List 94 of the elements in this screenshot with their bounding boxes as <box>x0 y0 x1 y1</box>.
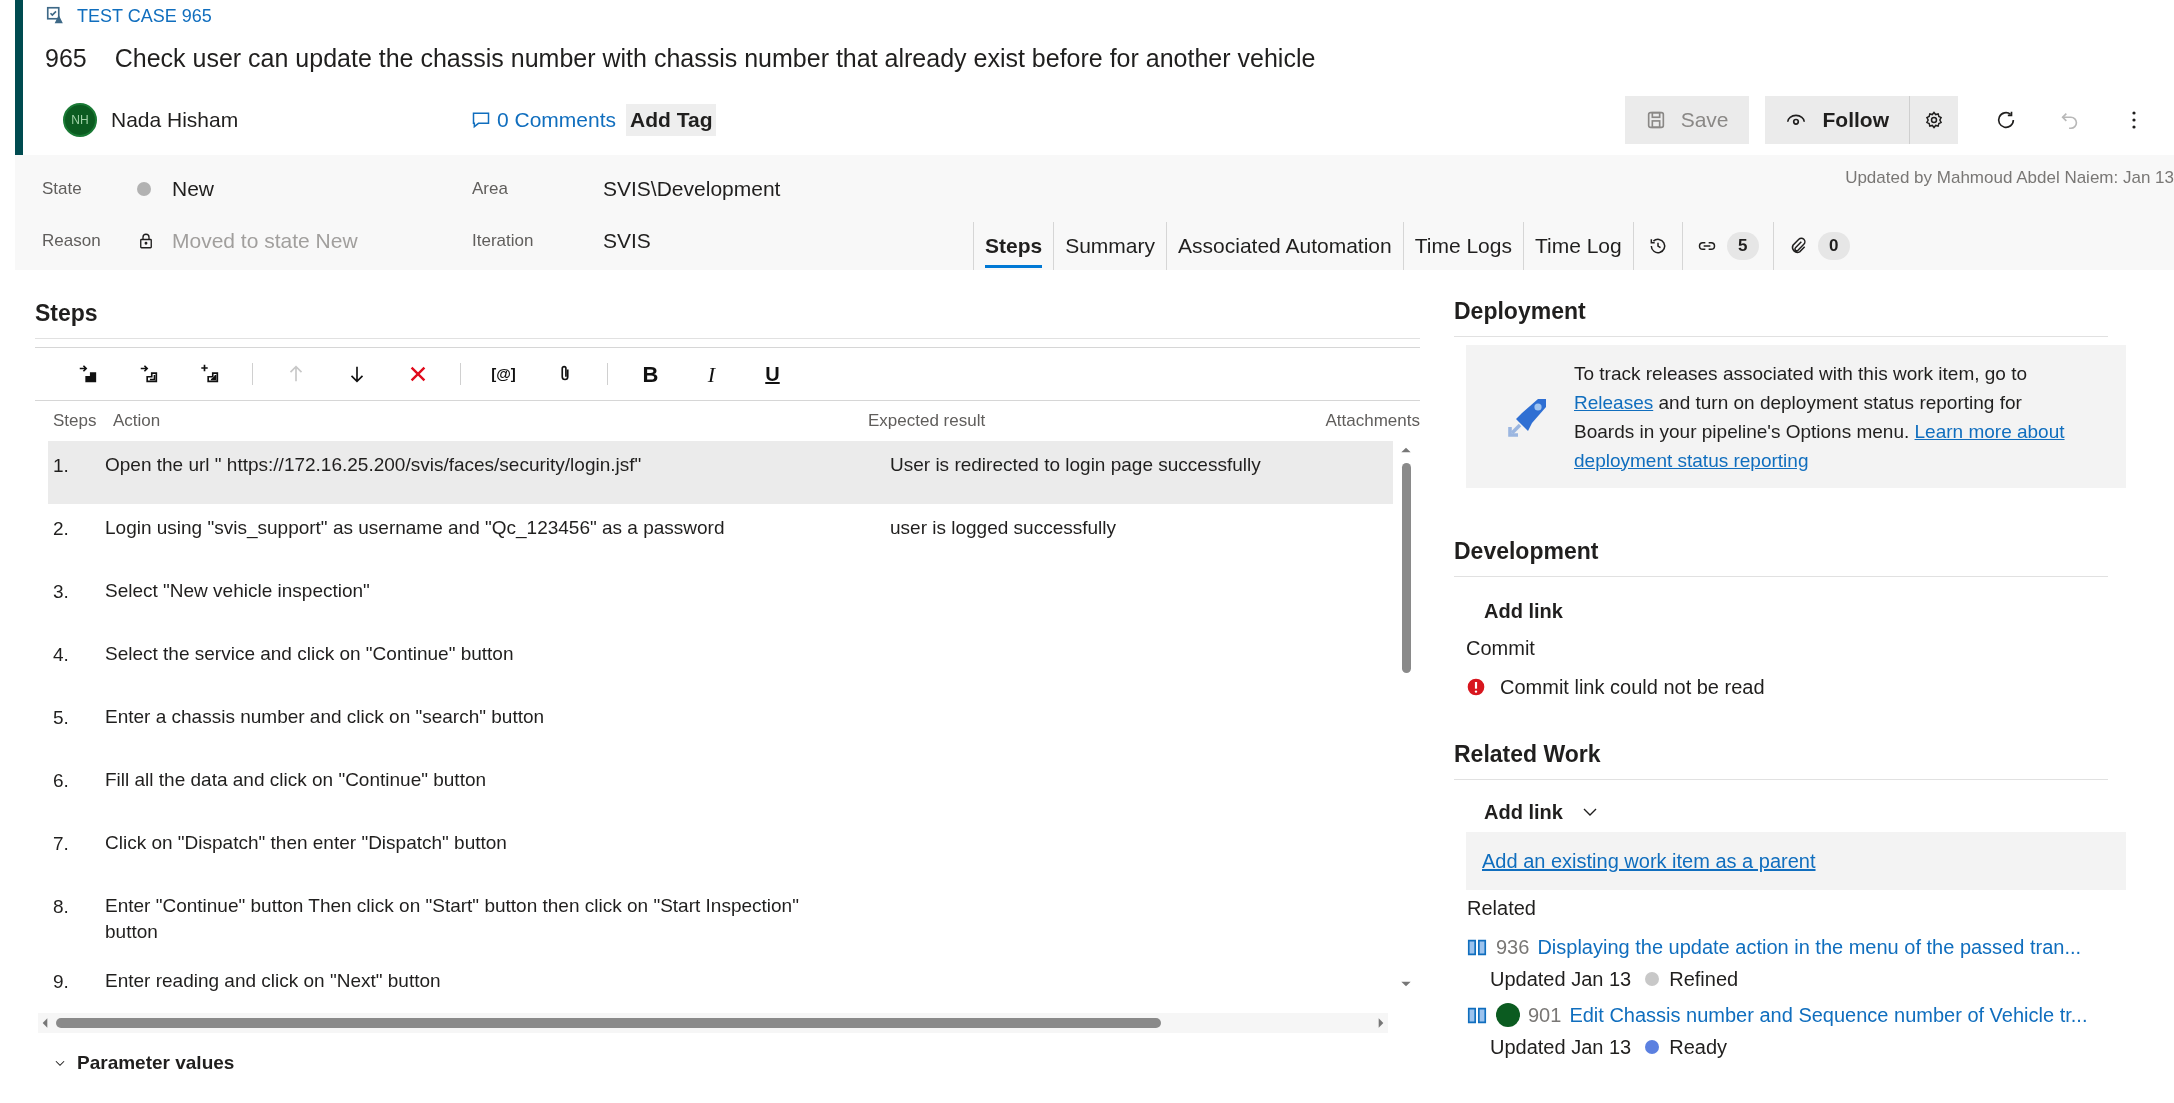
section-title: Related Work <box>1454 739 1602 769</box>
italic-button[interactable]: I <box>693 356 730 392</box>
updated-by-text: Updated by Mahmoud Abdel Naiem: Jan 13 <box>1845 167 2174 189</box>
comment-icon <box>471 110 491 130</box>
tab[interactable]: Time Logs <box>1402 222 1523 270</box>
work-item-id: 901 <box>1528 1003 1562 1028</box>
work-item-link[interactable]: Edit Chassis number and Sequence number of Vehicle tr... <box>1569 1000 2088 1030</box>
column-header: Attachments <box>1325 410 1420 433</box>
shared-step-create-icon <box>198 363 221 385</box>
step-row[interactable]: 4. Select the service and click on "Continue" button <box>48 630 1393 693</box>
parameter-values-toggle[interactable]: Parameter values <box>53 1049 1420 1078</box>
step-action[interactable]: Enter a chassis number and click on "search" button <box>105 704 850 742</box>
horizontal-scrollbar[interactable] <box>38 1013 1388 1033</box>
column-header: Expected result <box>868 410 987 433</box>
step-number: 7. <box>52 832 70 856</box>
state-label: Ready <box>1669 1035 1728 1060</box>
step-action[interactable]: Enter "Continue" button Then click on "Start" button then click on "Start Inspection" button <box>105 893 850 957</box>
step-row[interactable]: 6. Fill all the data and click on "Continue" button <box>48 756 1393 819</box>
step-number: 6. <box>52 769 70 793</box>
step-action[interactable]: Enter reading and click on "Next" button <box>105 968 850 1006</box>
links-tab[interactable]: 5 <box>1681 222 1773 270</box>
follow-button[interactable]: Follow <box>1764 96 1910 144</box>
group-label: Related <box>1467 896 1537 921</box>
add-link-button[interactable]: Add link <box>1484 593 2108 629</box>
text-link[interactable]: deployment status reporting <box>1574 449 1809 471</box>
state-label: Refined <box>1669 967 1739 992</box>
comments-link[interactable]: 0 Comments <box>471 104 617 136</box>
expected-result[interactable]: user is logged successfully <box>890 515 1116 541</box>
column-header: Action <box>113 410 162 433</box>
column-header: Steps <box>52 410 98 433</box>
scroll-thumb[interactable] <box>1401 463 1411 673</box>
step-number: 4. <box>52 643 70 667</box>
section-title: Steps <box>35 299 99 328</box>
field-value[interactable]: New <box>172 173 472 205</box>
settings-icon <box>1924 110 1944 130</box>
tab[interactable]: Steps <box>973 222 1054 270</box>
field-label: Area <box>472 178 509 201</box>
field-label: Iteration <box>472 230 535 253</box>
section-title: Deployment <box>1454 296 1587 326</box>
step-row[interactable]: 9. Enter reading and click on "Next" button <box>48 957 1393 1007</box>
field-label: Reason <box>42 230 102 253</box>
step-action[interactable]: Select "New vehicle inspection" <box>105 578 850 616</box>
follow-settings-button[interactable] <box>1910 96 1958 144</box>
tab[interactable]: Time Log <box>1522 222 1633 270</box>
step-action[interactable]: Login using "svis_support" as username and "Qc_123456" as a password <box>105 515 850 553</box>
tab[interactable]: Summary <box>1053 222 1167 270</box>
step-row[interactable]: 8. Enter "Continue" button Then click on "Start" button then click on "Start Inspection" button <box>48 882 1393 957</box>
work-item-type: TEST CASE 965 <box>77 4 212 28</box>
count-badge: 5 <box>1726 232 1759 260</box>
lock-icon <box>137 232 155 250</box>
step-row[interactable]: 1. Open the url " https://172.16.25.200/svis/faces/security/login.jsf" User is redirected to login page successfully <box>48 441 1393 504</box>
work-item-link[interactable]: Displaying the update action in the menu of the passed tran... <box>1537 932 2082 962</box>
tab[interactable]: Associated Automation <box>1166 222 1403 270</box>
step-action[interactable]: Open the url " https://172.16.25.200/svis/faces/security/login.jsf" <box>105 452 850 490</box>
step-number: 5. <box>52 706 70 730</box>
field-label: State <box>42 178 83 201</box>
updated-date: Updated Jan 13 <box>1490 1035 1632 1060</box>
text-link[interactable]: Releases <box>1574 391 1654 413</box>
field-value: Moved to state New <box>172 228 359 255</box>
step-row[interactable]: 7. Click on "Dispatch" then enter "Dispatch" button <box>48 819 1393 882</box>
step-number: 2. <box>52 517 70 541</box>
step-row[interactable]: 2. Login using "svis_support" as username and "Qc_123456" as a password user is logged successfully <box>48 504 1393 567</box>
count-badge: 0 <box>1817 232 1850 260</box>
field-value[interactable]: SVIS <box>603 225 903 257</box>
step-number: 3. <box>52 580 70 604</box>
group-label: Commit <box>1466 636 1536 661</box>
add-tag-button[interactable]: Add Tag <box>626 104 717 136</box>
error-message: Commit link could not be read <box>1500 675 1765 700</box>
section-title: Development <box>1454 536 1600 566</box>
underline-button[interactable]: U <box>754 356 791 392</box>
parameter-button[interactable]: [@] <box>485 356 522 392</box>
attachments-tab[interactable]: 0 <box>1772 222 1864 270</box>
scroll-thumb[interactable] <box>56 1018 1161 1028</box>
work-item-id: 936 <box>1496 935 1530 960</box>
updated-date: Updated Jan 13 <box>1490 967 1632 992</box>
text-link[interactable]: Learn more about <box>1914 420 2065 442</box>
bold-button[interactable]: B <box>632 356 669 392</box>
assignee-name[interactable]: Nada Hisham <box>111 104 471 136</box>
avatar: NH <box>63 103 97 137</box>
step-row[interactable]: 5. Enter a chassis number and click on "search" button <box>48 693 1393 756</box>
step-number: 1. <box>52 454 70 478</box>
expected-result[interactable]: User is redirected to login page successfully <box>890 452 1261 478</box>
step-action[interactable]: Select the service and click on "Continue" button <box>105 641 850 679</box>
deployment-text: To track releases associated with this work item, go to Releases and turn on deployment status reporting for Boards in your pipeline's Options menu. Learn more about deployment status reporting <box>1574 361 2066 473</box>
work-item-title[interactable]: Check user can update the chassis number with chassis number that already exist before for another vehicle <box>114 40 1316 78</box>
step-number: 8. <box>52 895 70 919</box>
add-link-dropdown[interactable]: Add link <box>1484 792 2108 832</box>
error-icon <box>1466 677 1486 697</box>
step-number: 9. <box>52 970 70 994</box>
step-row[interactable]: 3. Select "New vehicle inspection" <box>48 567 1393 630</box>
field-value[interactable]: SVIS\Development <box>603 173 903 205</box>
step-action[interactable]: Click on "Dispatch" then enter "Dispatch" button <box>105 830 850 868</box>
step-action[interactable]: Fill all the data and click on "Continue" button <box>105 767 850 805</box>
work-item-id: 965 <box>45 43 87 75</box>
